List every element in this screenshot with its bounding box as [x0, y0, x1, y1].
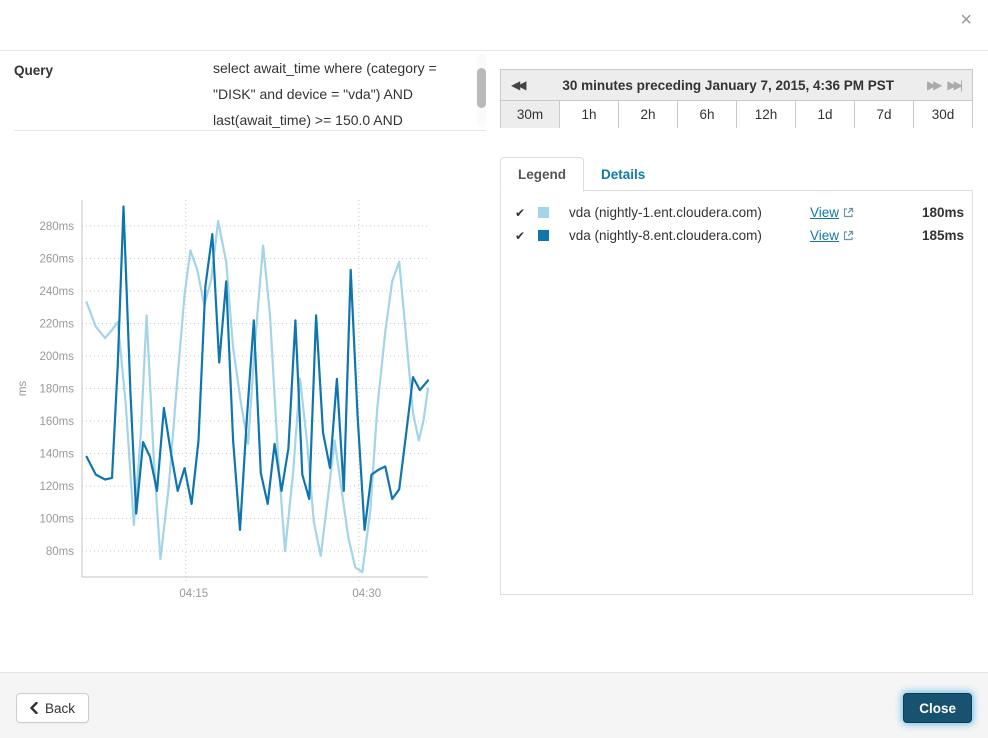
series-current-value: 180ms: [902, 205, 964, 220]
series-label: vda (nightly-1.ent.cloudera.com): [569, 205, 810, 220]
axis-tick-label: 180ms: [39, 384, 74, 396]
time-range-button-2h[interactable]: 2h: [618, 101, 677, 128]
query-section: Query select await_time where (category …: [14, 50, 486, 131]
external-link-icon: [843, 230, 854, 241]
axis-tick-label: 80ms: [46, 546, 74, 558]
fast-forward-icon[interactable]: ▶▶: [925, 78, 945, 92]
tab-bar: Legend Details: [500, 154, 973, 191]
axis-tick-label: 100ms: [39, 514, 74, 526]
close-icon[interactable]: ×: [956, 8, 976, 32]
back-button[interactable]: Back: [16, 693, 89, 723]
axis-tick-label: 160ms: [39, 416, 74, 428]
axis-tick-label: 220ms: [39, 319, 74, 331]
axis-tick-label: 04:15: [179, 588, 208, 600]
footer: Back Close: [0, 672, 988, 738]
timeseries-chart[interactable]: 80ms 100ms 120ms 140ms 160ms 180ms 200ms 220ms 2…: [10, 188, 470, 613]
chart-detail-modal: × Query select await_time where (categor…: [0, 0, 988, 738]
legend-details-tabs: Legend Details ✔ vda (nightly-1.ent.cloud…: [500, 154, 973, 595]
axis-tick-label: 280ms: [39, 221, 74, 233]
axis-tick-label: 140ms: [39, 449, 74, 461]
close-button[interactable]: Close: [903, 693, 972, 723]
time-range-selector: ◀◀ 30 minutes preceding January 7, 2015,…: [500, 69, 973, 128]
axis-tick-label: 240ms: [39, 286, 74, 298]
time-range-header: ◀◀ 30 minutes preceding January 7, 2015,…: [501, 70, 972, 101]
query-scrollbar-thumb[interactable]: [477, 68, 486, 108]
query-label: Query: [14, 63, 53, 78]
view-link[interactable]: View: [810, 205, 839, 220]
time-range-button-12h[interactable]: 12h: [736, 101, 795, 128]
time-range-button-30m[interactable]: 30m: [501, 101, 559, 128]
check-icon[interactable]: ✔: [515, 206, 538, 220]
time-range-button-7d[interactable]: 7d: [854, 101, 913, 128]
legend-panel: ✔ vda (nightly-1.ent.cloudera.com)View 180…: [500, 190, 973, 595]
axis-tick-label: 200ms: [39, 351, 74, 363]
series-color-swatch: [538, 230, 549, 241]
skip-to-end-icon[interactable]: ▶▶|: [945, 78, 972, 92]
time-range-button-1d[interactable]: 1d: [795, 101, 854, 128]
external-link-icon: [843, 207, 854, 218]
axis-tick-label: ms: [17, 381, 29, 397]
axis-tick-label: 120ms: [39, 481, 74, 493]
check-icon[interactable]: ✔: [515, 229, 538, 243]
view-link[interactable]: View: [810, 228, 839, 243]
legend-rows: ✔ vda (nightly-1.ent.cloudera.com)View 180…: [501, 191, 972, 247]
legend-row: ✔ vda (nightly-8.ent.cloudera.com)View 185…: [515, 224, 964, 247]
series-color-swatch: [538, 207, 549, 218]
legend-row: ✔ vda (nightly-1.ent.cloudera.com)View 180…: [515, 201, 964, 224]
time-range-buttons: 30m1h2h6h12h1d7d30d: [501, 101, 972, 128]
axis-tick-label: 04:30: [352, 588, 381, 600]
time-range-title: 30 minutes preceding January 7, 2015, 4:…: [531, 78, 924, 93]
time-range-button-1h[interactable]: 1h: [559, 101, 618, 128]
time-range-button-6h[interactable]: 6h: [677, 101, 736, 128]
tab-details[interactable]: Details: [584, 158, 662, 191]
series-label: vda (nightly-8.ent.cloudera.com): [569, 228, 810, 243]
chevron-left-icon: [30, 702, 38, 714]
series-current-value: 185ms: [902, 228, 964, 243]
query-text: select await_time where (category = "DIS…: [213, 55, 471, 129]
back-button-label: Back: [45, 701, 75, 716]
chart-svg: 80ms 100ms 120ms 140ms 160ms 180ms 200ms 220ms 2…: [10, 188, 470, 613]
skip-back-icon[interactable]: ◀◀: [501, 78, 531, 92]
query-scrollbar: [477, 54, 486, 128]
axis-tick-label: 260ms: [39, 254, 74, 266]
tab-legend[interactable]: Legend: [500, 157, 584, 192]
time-range-button-30d[interactable]: 30d: [913, 101, 972, 128]
